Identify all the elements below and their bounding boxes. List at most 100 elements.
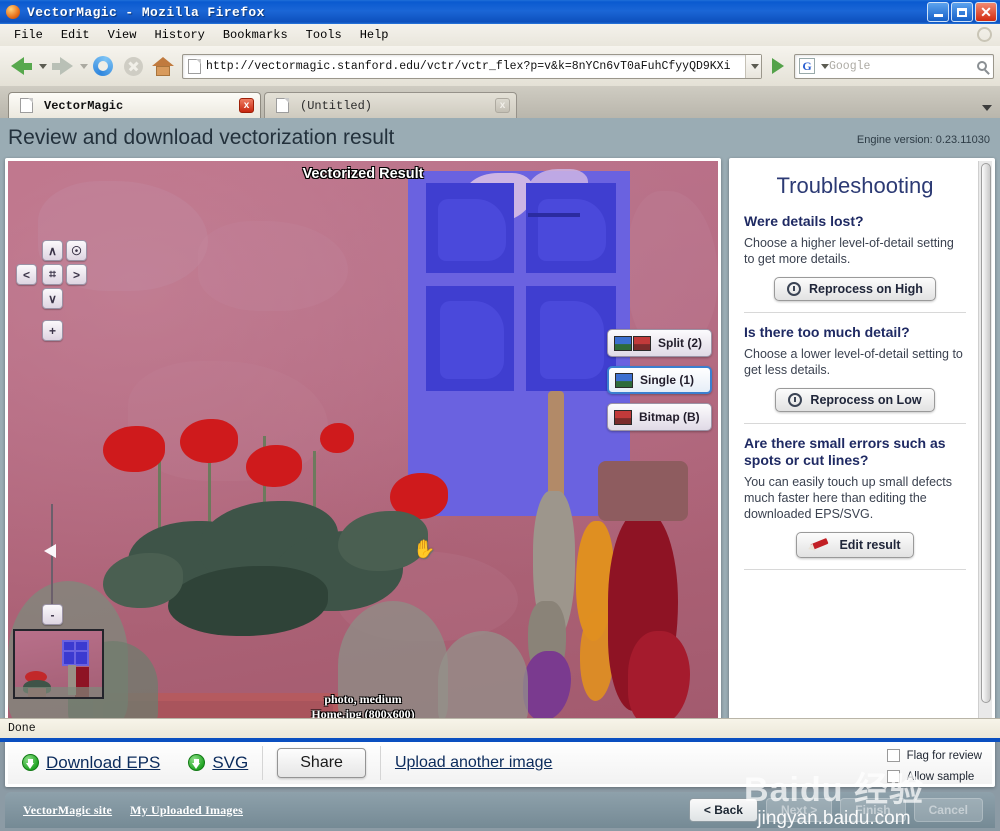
download-svg-link[interactable]: SVG	[212, 753, 248, 773]
firefox-icon	[4, 3, 22, 21]
menu-bookmarks[interactable]: Bookmarks	[215, 26, 296, 44]
forward-history-caret-icon[interactable]	[80, 63, 88, 69]
tab-list-caret-icon[interactable]	[982, 105, 992, 111]
button-label: Reprocess on Low	[810, 393, 922, 407]
menubar: File Edit View History Bookmarks Tools H…	[0, 24, 1000, 46]
vectorized-artwork: Vectorized Result photo, medium Home.jpg…	[8, 161, 718, 728]
window-titlebar: VectorMagic - Mozilla Firefox ✕	[0, 0, 1000, 24]
close-button[interactable]: ✕	[975, 2, 997, 22]
divider	[744, 312, 966, 313]
options-checkboxes: Flag for review Allow sample	[886, 746, 982, 788]
button-label: Edit result	[839, 538, 901, 552]
stop-button[interactable]	[118, 51, 148, 81]
page-content: Review and download vectorization result…	[0, 118, 1000, 829]
reload-button[interactable]	[88, 51, 118, 81]
menu-history[interactable]: History	[146, 26, 212, 44]
search-input[interactable]: Google	[829, 60, 971, 73]
tab-close-icon[interactable]: x	[239, 98, 254, 113]
upload-another-image-link[interactable]: Upload another image	[395, 754, 552, 772]
divider	[744, 569, 966, 570]
mode-label: Split (2)	[658, 336, 702, 350]
mode-label: Single (1)	[640, 373, 695, 387]
tab-close-icon[interactable]: x	[495, 98, 510, 113]
troubleshooting-scrollbar[interactable]	[978, 161, 992, 728]
addon-status-icon[interactable]	[977, 27, 992, 42]
reprocess-on-high-button[interactable]: Reprocess on High	[774, 277, 936, 301]
home-button[interactable]	[148, 51, 178, 81]
mode-label: Bitmap (B)	[639, 410, 700, 424]
browser-window: VectorMagic - Mozilla Firefox ✕ File Edi…	[0, 0, 1000, 829]
address-dropdown-icon[interactable]	[745, 54, 761, 78]
menu-edit[interactable]: Edit	[53, 26, 98, 44]
flag-for-review-checkbox[interactable]	[886, 749, 900, 762]
finish-button: Finish	[840, 798, 906, 822]
scrollbar-thumb[interactable]	[981, 163, 991, 703]
page-title: Review and download vectorization result	[8, 126, 395, 149]
back-button[interactable]	[6, 51, 36, 81]
download-eps-action[interactable]: Download EPS	[8, 753, 174, 773]
my-uploaded-images-link[interactable]: My Uploaded Images	[130, 803, 243, 818]
download-svg-action[interactable]: SVG	[174, 753, 262, 773]
share-button[interactable]: Share	[277, 747, 366, 778]
pan-right-button[interactable]: >	[66, 264, 87, 285]
troubleshooting-body-2: Choose a lower level-of-detail setting t…	[744, 347, 963, 377]
flag-for-review-row[interactable]: Flag for review	[886, 746, 982, 765]
button-label: Reprocess on High	[809, 282, 923, 296]
tab-favicon-icon	[276, 98, 289, 113]
search-engine-caret-icon[interactable]	[821, 63, 829, 69]
tab-untitled[interactable]: (Untitled) x	[264, 92, 517, 118]
pan-left-button[interactable]: <	[16, 264, 37, 285]
cancel-button: Cancel	[913, 798, 983, 822]
navigator-thumbnail[interactable]	[13, 629, 104, 699]
mode-bitmap-button[interactable]: Bitmap (B)	[607, 403, 712, 431]
troubleshooting-panel: Troubleshooting Were details lost? Choos…	[729, 158, 995, 731]
image-viewer[interactable]: Vectorized Result photo, medium Home.jpg…	[5, 158, 721, 731]
minimize-button[interactable]	[927, 2, 949, 22]
download-eps-link[interactable]: Download EPS	[46, 753, 160, 773]
address-bar-value: http://vectormagic.stanford.edu/vctr/vct…	[206, 59, 731, 73]
edit-result-button[interactable]: Edit result	[796, 532, 914, 558]
page-header: Review and download vectorization result…	[0, 118, 1000, 160]
allow-sample-checkbox[interactable]	[886, 770, 900, 783]
menu-file[interactable]: File	[6, 26, 51, 44]
split-view-icon	[614, 335, 651, 351]
zoom-slider-thumb[interactable]	[44, 544, 56, 558]
troubleshooting-question-3: Are there small errors such as spots or …	[744, 435, 946, 468]
navigation-toolbar: http://vectormagic.stanford.edu/vctr/vct…	[0, 46, 1000, 86]
zoom-out-button[interactable]: -	[42, 604, 63, 625]
download-icon	[22, 754, 39, 771]
reprocess-on-low-button[interactable]: Reprocess on Low	[775, 388, 935, 412]
address-bar[interactable]: http://vectormagic.stanford.edu/vctr/vct…	[182, 53, 762, 79]
zoom-in-button[interactable]: +	[42, 320, 63, 341]
troubleshooting-body-1: Choose a higher level-of-detail setting …	[744, 236, 954, 266]
single-view-icon	[615, 372, 633, 388]
taskbar-strip	[0, 738, 1000, 742]
pan-center-button[interactable]: ⌗	[42, 264, 63, 285]
mode-single-button[interactable]: Single (1)	[607, 366, 712, 394]
google-icon[interactable]: G	[799, 58, 815, 74]
bitmap-view-icon	[614, 409, 632, 425]
tab-strip: VectorMagic x (Untitled) x	[0, 86, 1000, 118]
menu-tools[interactable]: Tools	[298, 26, 350, 44]
allow-sample-row[interactable]: Allow sample	[886, 767, 982, 786]
page-icon	[188, 58, 201, 74]
fit-to-view-button[interactable]: ☉	[66, 240, 87, 261]
tab-vectormagic[interactable]: VectorMagic x	[8, 92, 261, 118]
back-history-caret-icon[interactable]	[39, 63, 47, 69]
status-bar: Done	[0, 718, 1000, 738]
pencil-icon	[807, 537, 831, 553]
go-button[interactable]	[766, 53, 790, 79]
menu-view[interactable]: View	[100, 26, 145, 44]
download-icon	[188, 754, 206, 771]
menu-help[interactable]: Help	[352, 26, 397, 44]
search-bar[interactable]: G Google	[794, 53, 994, 79]
pan-up-button[interactable]: ∧	[42, 240, 63, 261]
mode-split-button[interactable]: Split (2)	[607, 329, 712, 357]
forward-button[interactable]	[47, 51, 77, 81]
vectormagic-site-link[interactable]: VectorMagic site	[23, 803, 112, 818]
troubleshooting-title: Troubleshooting	[776, 173, 934, 198]
search-icon[interactable]	[971, 55, 993, 78]
back-button[interactable]: < Back	[688, 798, 758, 822]
maximize-button[interactable]	[951, 2, 973, 22]
pan-down-button[interactable]: ∨	[42, 288, 63, 309]
